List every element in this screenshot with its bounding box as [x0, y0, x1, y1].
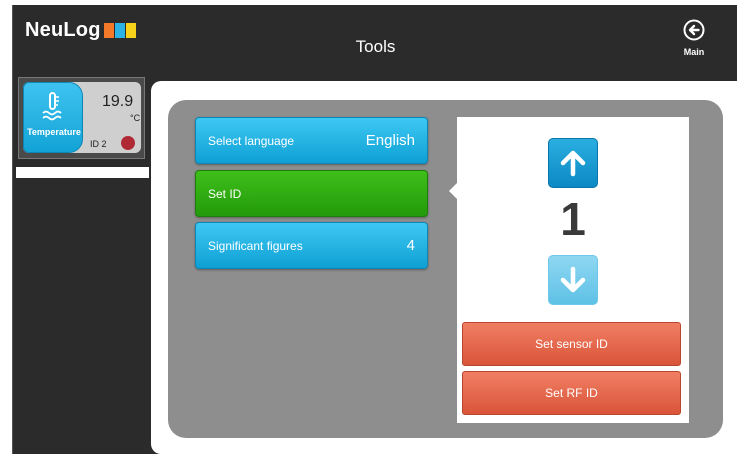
arrow-up-icon	[560, 150, 586, 177]
select-language-button[interactable]: Select language English	[195, 117, 428, 164]
thermometer-icon	[42, 92, 62, 121]
arrow-down-icon	[560, 266, 586, 293]
tools-content: Select language English Set ID Significa…	[151, 81, 737, 454]
menu-item-value: 4	[406, 237, 415, 254]
set-sensor-id-button[interactable]: Set sensor ID	[462, 322, 681, 366]
circle-arrow-left-icon	[683, 19, 705, 41]
sensor-tab: Temperature	[23, 82, 83, 153]
menu-item-value: English	[365, 132, 415, 149]
significant-figures-button[interactable]: Significant figures 4	[195, 222, 428, 269]
sensor-slot: Temperature 19.9 °C ID 2	[18, 77, 145, 159]
temperature-sensor-card[interactable]: Temperature 19.9 °C ID 2	[23, 82, 141, 153]
id-down-button[interactable]	[548, 255, 598, 305]
set-id-panel: 1 Set sensor ID Set RF ID	[449, 117, 689, 423]
panel-pointer	[449, 183, 457, 199]
sensor-status-dot	[121, 136, 135, 150]
sensor-unit: °C	[130, 113, 141, 123]
page-frame: NeuLog Tools Main Temperature 19.9 °C ID…	[0, 0, 737, 454]
app-window: NeuLog Tools Main Temperature 19.9 °C ID…	[12, 5, 737, 454]
menu-item-label: Significant figures	[208, 238, 303, 253]
main-button[interactable]: Main	[674, 19, 714, 57]
sensor-name: Temperature	[27, 127, 81, 137]
set-id-button[interactable]: Set ID	[195, 170, 428, 217]
tools-panel: Select language English Set ID Significa…	[168, 100, 723, 438]
main-button-label: Main	[683, 47, 705, 57]
sensor-value: 19.9	[102, 93, 134, 110]
menu-item-label: Select language	[208, 133, 295, 148]
sidebar-divider	[16, 167, 149, 178]
set-rf-id-button[interactable]: Set RF ID	[462, 371, 681, 415]
logo-blocks-icon	[103, 23, 137, 38]
sensor-id: ID 2	[90, 139, 107, 149]
menu-item-label: Set ID	[208, 186, 242, 201]
page-title: Tools	[355, 37, 396, 56]
id-up-button[interactable]	[548, 138, 598, 188]
current-id-value: 1	[560, 193, 586, 245]
